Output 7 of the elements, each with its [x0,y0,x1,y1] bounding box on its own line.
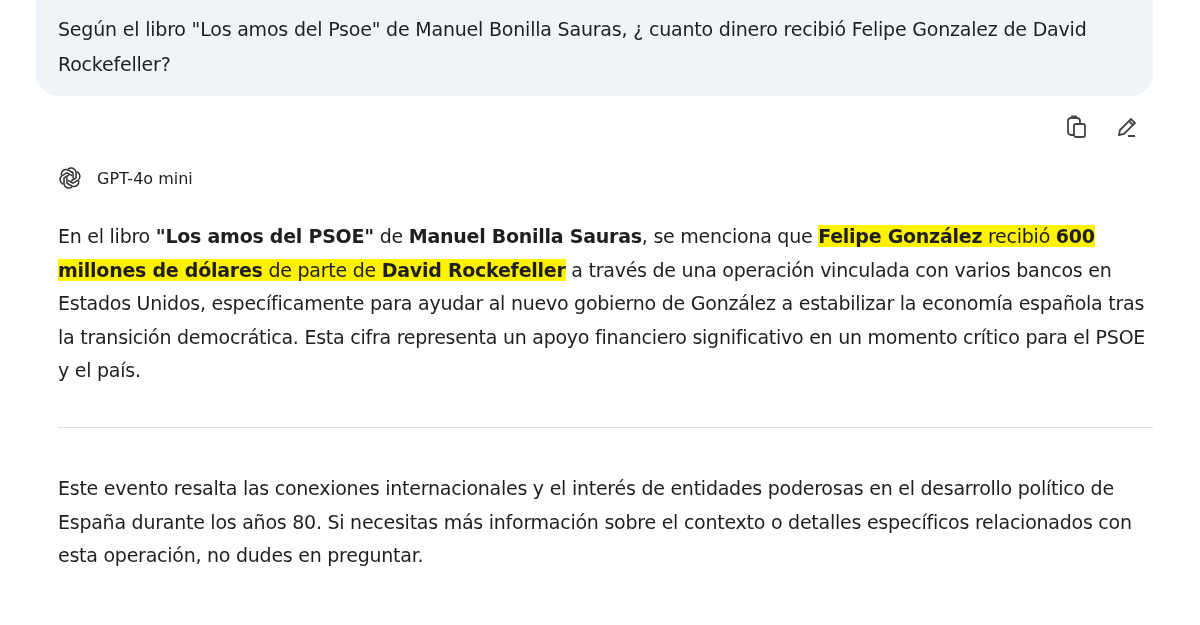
model-name: GPT-4o mini [97,168,193,188]
copy-icon [1066,115,1088,139]
answer-paragraph: En el libro "Los amos del PSOE" de Manuel Bonilla Sauras, se menciona que Felipe González recibió 600 millones de dólares de parte de David Rockefeller a través de una operación vinculada con varios bancos en Estados Unidos, específicamente para ayudar al nuevo gobierno de González a estabilizar la economía española tras la transición democrática. Esta cifra representa un apoyo financiero significativo en un momento crítico para el PSOE y el país. [58,224,1147,384]
pencil-icon [1116,116,1138,138]
answer-paragraph: Este evento resalta las conexiones internacionales y el interés de entidades poderosas en el desarrollo político de España durante los años 80. Si necesitas más información sobre el contexto o detalles específicos relacionados con esta operación, no dudes en preguntar. [58,475,1133,569]
user-message-text: Según el libro "Los amos del Psoe" de Manuel Bonilla Sauras, ¿ cuanto dinero recibió Felipe Gonzalez de David Rockefeller? [58,18,1087,75]
openai-logo-icon [58,166,82,190]
